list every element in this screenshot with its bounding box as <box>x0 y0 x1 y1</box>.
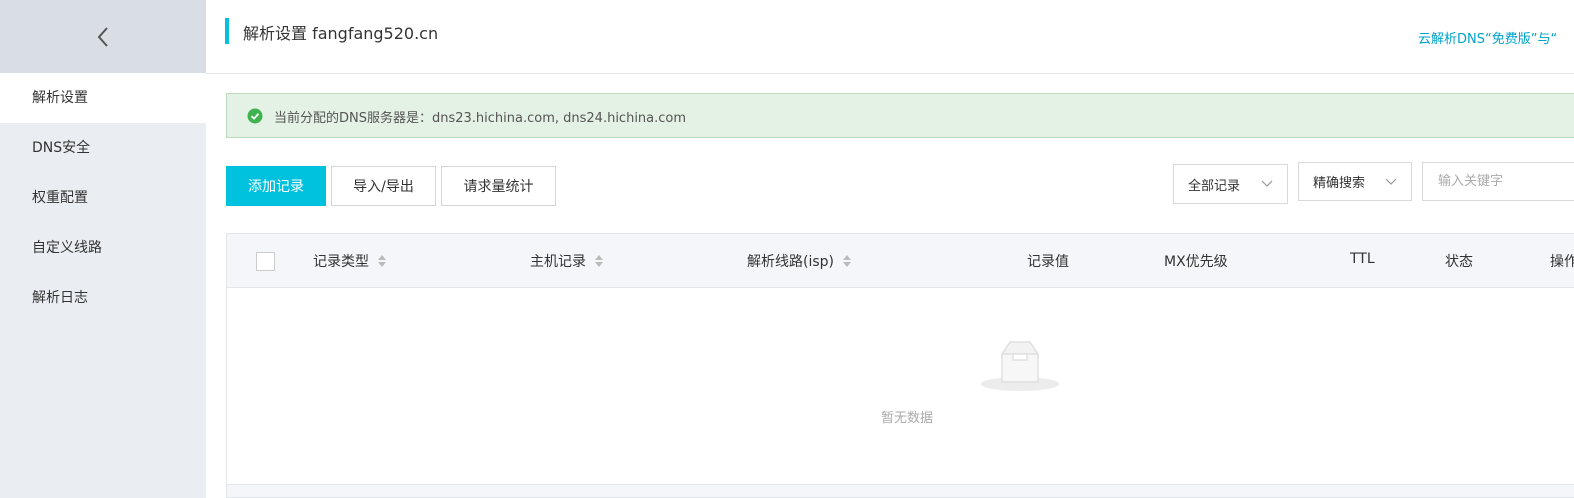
page-title: 解析设置 fangfang520.cn <box>243 24 439 43</box>
sort-icon[interactable] <box>842 253 852 269</box>
dns-server-notice: 当前分配的DNS服务器是：dns23.hichina.com, dns24.hi… <box>226 93 1574 138</box>
sidebar-item-weight-config[interactable]: 权重配置 <box>0 173 206 223</box>
request-stats-button[interactable]: 请求量统计 <box>441 166 556 206</box>
sort-icon[interactable] <box>594 253 604 269</box>
empty-state: 暂无数据 <box>227 288 1574 484</box>
import-export-button[interactable]: 导入/导出 <box>331 166 436 206</box>
column-header-status: 状态 <box>1445 254 1473 270</box>
sidebar-header <box>0 0 206 73</box>
column-header-line-isp: 解析线路(isp) <box>747 251 852 271</box>
column-header-ttl: TTL <box>1350 251 1375 267</box>
search-mode-select[interactable]: 精确搜索 <box>1298 162 1412 201</box>
column-header-mx-priority: MX优先级 <box>1164 254 1228 270</box>
search-mode-value: 精确搜索 <box>1313 176 1366 191</box>
sidebar-item-dns-logs[interactable]: 解析日志 <box>0 273 206 323</box>
sort-icon[interactable] <box>377 253 387 269</box>
keyword-search-input[interactable] <box>1422 162 1574 201</box>
sidebar-nav: 解析设置 DNS安全 权重配置 自定义线路 解析日志 <box>0 73 206 323</box>
chevron-down-icon <box>1261 177 1273 189</box>
column-header-record-type: 记录类型 <box>313 251 387 271</box>
add-record-button[interactable]: 添加记录 <box>226 166 326 206</box>
column-label: 记录类型 <box>313 254 369 270</box>
empty-inbox-icon <box>979 340 1061 392</box>
free-edition-link[interactable]: 云解析DNS“免费版”与“ <box>1418 28 1557 47</box>
record-filter-select[interactable]: 全部记录 <box>1173 164 1288 204</box>
chevron-left-icon[interactable] <box>91 25 115 49</box>
sidebar: 解析设置 DNS安全 权重配置 自定义线路 解析日志 <box>0 0 206 498</box>
title-accent-bar <box>225 18 229 44</box>
notice-text: 当前分配的DNS服务器是：dns23.hichina.com, dns24.hi… <box>274 111 687 126</box>
column-label: 解析线路(isp) <box>747 254 834 270</box>
sidebar-item-dns-settings[interactable]: 解析设置 <box>0 73 206 123</box>
empty-text: 暂无数据 <box>880 411 933 426</box>
sidebar-item-custom-lines[interactable]: 自定义线路 <box>0 223 206 273</box>
table-footer <box>227 484 1574 497</box>
chevron-down-icon <box>1385 175 1397 187</box>
dns-settings-page: 解析设置 DNS安全 权重配置 自定义线路 解析日志 解析设置 fangfang… <box>0 0 1574 498</box>
table-header: 记录类型 主机记录 解析线路(isp) 记录值 MX优先级 TTL 状态 操作 <box>227 234 1574 288</box>
column-header-actions: 操作 <box>1550 254 1574 270</box>
column-header-record-value: 记录值 <box>1027 254 1069 270</box>
record-filter-value: 全部记录 <box>1188 178 1241 194</box>
records-table: 记录类型 主机记录 解析线路(isp) 记录值 MX优先级 TTL 状态 操作 … <box>226 233 1574 498</box>
check-circle-icon <box>247 108 263 124</box>
select-all-checkbox[interactable] <box>256 252 275 271</box>
column-label: 主机记录 <box>530 254 586 270</box>
column-header-host-record: 主机记录 <box>530 251 604 271</box>
page-header: 解析设置 fangfang520.cn 云解析DNS“免费版”与“ <box>206 0 1574 74</box>
sidebar-item-dns-security[interactable]: DNS安全 <box>0 123 206 173</box>
